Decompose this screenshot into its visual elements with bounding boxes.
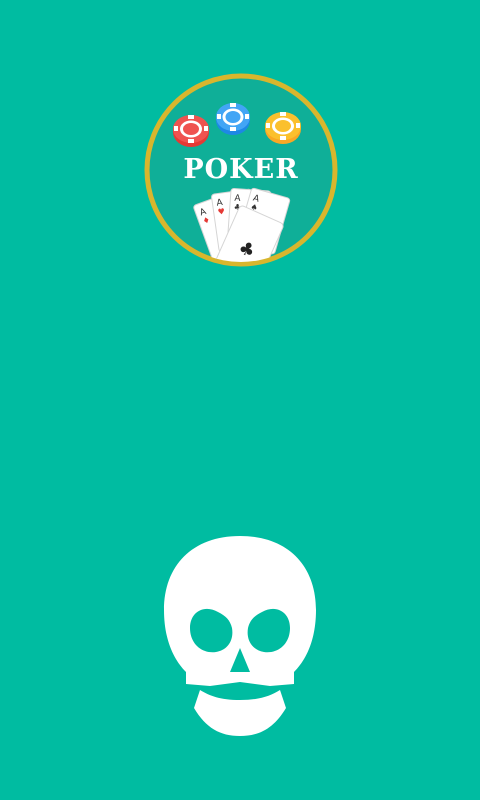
skull-icon xyxy=(164,536,316,736)
skull-button[interactable] xyxy=(160,532,320,740)
poker-logo[interactable]: A ♦ A ♥ A ♣ A ♠ ♣ POKER xyxy=(143,72,339,268)
game-screen: { "logo": { "title": "POKER", "ring_colo… xyxy=(0,0,480,800)
blue-chip-icon xyxy=(216,103,250,135)
poker-title: POKER xyxy=(183,154,299,185)
svg-text:♥: ♥ xyxy=(217,207,225,217)
yellow-chip-icon xyxy=(265,112,301,144)
red-chip-icon xyxy=(173,115,209,147)
